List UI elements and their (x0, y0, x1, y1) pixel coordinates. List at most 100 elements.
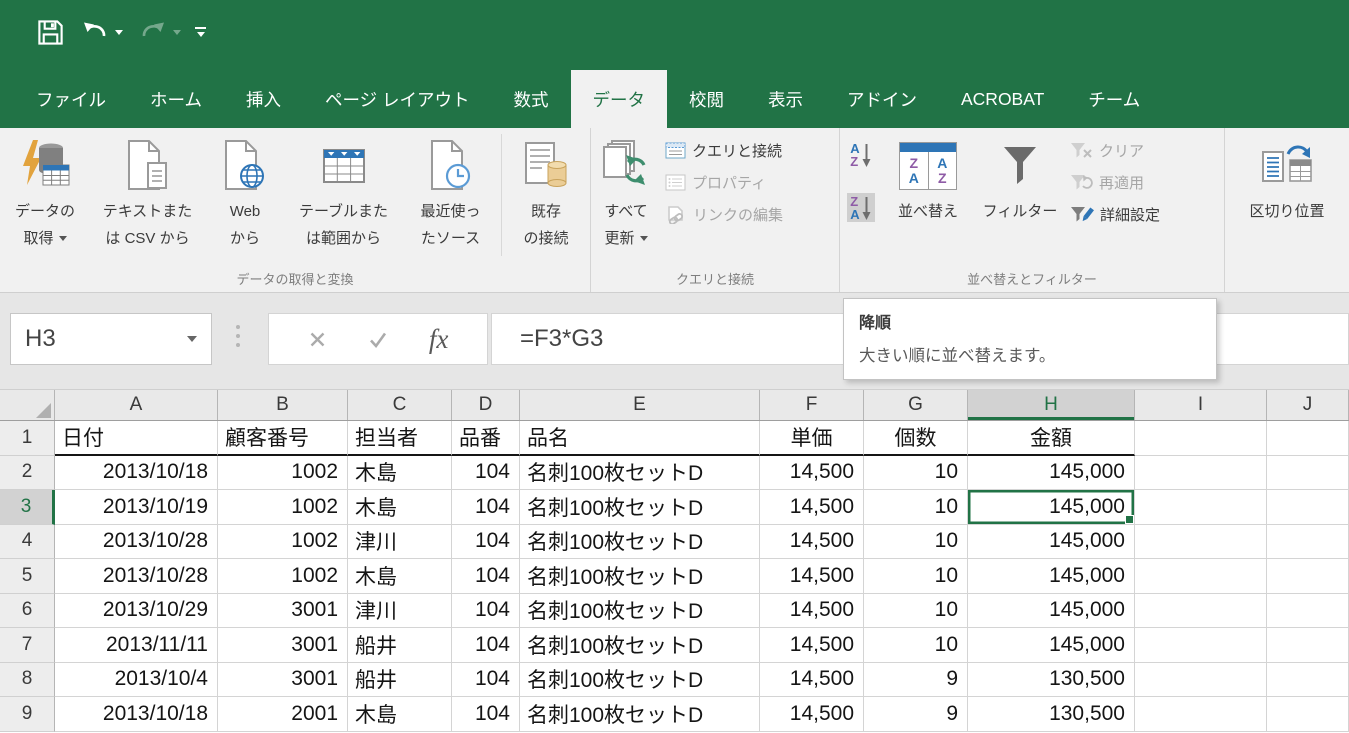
cell-D8[interactable]: 104 (452, 663, 520, 698)
column-header-H[interactable]: H (968, 390, 1135, 420)
cell-J3[interactable] (1267, 490, 1349, 525)
cell-B4[interactable]: 1002 (218, 525, 348, 560)
cell-H5[interactable]: 145,000 (968, 559, 1135, 594)
cell-G1[interactable]: 個数 (864, 421, 968, 456)
cell-E4[interactable]: 名刺100枚セットD (520, 525, 760, 560)
cell-J4[interactable] (1267, 525, 1349, 560)
column-header-E[interactable]: E (520, 390, 760, 420)
cell-I7[interactable] (1135, 628, 1267, 663)
cell-F3[interactable]: 14,500 (760, 490, 864, 525)
cell-F9[interactable]: 14,500 (760, 697, 864, 732)
cell-E7[interactable]: 名刺100枚セットD (520, 628, 760, 663)
cell-H9[interactable]: 130,500 (968, 697, 1135, 732)
row-header-8[interactable]: 8 (0, 663, 55, 698)
sort-ascending-button[interactable]: AZ (847, 140, 874, 169)
cell-E5[interactable]: 名刺100枚セットD (520, 559, 760, 594)
cell-J9[interactable] (1267, 697, 1349, 732)
cell-H8[interactable]: 130,500 (968, 663, 1135, 698)
cell-G5[interactable]: 10 (864, 559, 968, 594)
cell-D1[interactable]: 品番 (452, 421, 520, 456)
cell-G3[interactable]: 10 (864, 490, 968, 525)
from-text-csv-button[interactable]: テキストまたは CSV から (90, 130, 205, 262)
cell-G8[interactable]: 9 (864, 663, 968, 698)
cell-A2[interactable]: 2013/10/18 (55, 456, 218, 491)
tab-チーム[interactable]: チーム (1066, 70, 1162, 128)
cell-G6[interactable]: 10 (864, 594, 968, 629)
customize-quick-access-button[interactable] (195, 27, 206, 37)
cell-C4[interactable]: 津川 (348, 525, 452, 560)
column-header-G[interactable]: G (864, 390, 968, 420)
cell-F6[interactable]: 14,500 (760, 594, 864, 629)
cell-F7[interactable]: 14,500 (760, 628, 864, 663)
cell-C1[interactable]: 担当者 (348, 421, 452, 456)
get-data-button[interactable]: データの取得 (0, 130, 90, 262)
cell-D7[interactable]: 104 (452, 628, 520, 663)
cell-D2[interactable]: 104 (452, 456, 520, 491)
column-header-J[interactable]: J (1267, 390, 1349, 420)
column-header-A[interactable]: A (55, 390, 218, 420)
insert-function-button[interactable]: fx (429, 324, 449, 355)
tab-アドイン[interactable]: アドイン (825, 70, 939, 128)
cell-B3[interactable]: 1002 (218, 490, 348, 525)
cell-F4[interactable]: 14,500 (760, 525, 864, 560)
refresh-all-button[interactable]: すべて更新 (591, 130, 661, 262)
cell-J1[interactable] (1267, 421, 1349, 456)
cell-D5[interactable]: 104 (452, 559, 520, 594)
tab-ホーム[interactable]: ホーム (128, 70, 224, 128)
cell-H3[interactable]: 145,000 (968, 490, 1135, 525)
row-header-9[interactable]: 9 (0, 697, 55, 732)
recent-sources-button[interactable]: 最近使ったソース (402, 130, 499, 262)
cell-C9[interactable]: 木島 (348, 697, 452, 732)
cell-D6[interactable]: 104 (452, 594, 520, 629)
cell-H6[interactable]: 145,000 (968, 594, 1135, 629)
cell-B7[interactable]: 3001 (218, 628, 348, 663)
row-header-7[interactable]: 7 (0, 628, 55, 663)
cell-B5[interactable]: 1002 (218, 559, 348, 594)
formula-bar-resize-handle[interactable] (236, 325, 240, 347)
queries-connections-button[interactable]: クエリと接続 (661, 138, 837, 163)
tab-数式[interactable]: 数式 (492, 70, 571, 128)
column-header-D[interactable]: D (452, 390, 520, 420)
cell-C6[interactable]: 津川 (348, 594, 452, 629)
cell-I9[interactable] (1135, 697, 1267, 732)
tab-表示[interactable]: 表示 (746, 70, 825, 128)
from-web-button[interactable]: Webから (205, 130, 285, 262)
cell-C5[interactable]: 木島 (348, 559, 452, 594)
filter-button[interactable]: フィルター (974, 130, 1066, 262)
tab-ファイル[interactable]: ファイル (14, 70, 128, 128)
cell-A8[interactable]: 2013/10/4 (55, 663, 218, 698)
cell-G7[interactable]: 10 (864, 628, 968, 663)
undo-button[interactable] (79, 18, 123, 46)
cell-H4[interactable]: 145,000 (968, 525, 1135, 560)
select-all-corner[interactable] (0, 390, 55, 420)
cell-C7[interactable]: 船井 (348, 628, 452, 663)
cell-D4[interactable]: 104 (452, 525, 520, 560)
cell-H2[interactable]: 145,000 (968, 456, 1135, 491)
cell-F8[interactable]: 14,500 (760, 663, 864, 698)
cell-J8[interactable] (1267, 663, 1349, 698)
cell-A5[interactable]: 2013/10/28 (55, 559, 218, 594)
cell-G4[interactable]: 10 (864, 525, 968, 560)
cell-A1[interactable]: 日付 (55, 421, 218, 456)
cell-E2[interactable]: 名刺100枚セットD (520, 456, 760, 491)
cell-J2[interactable] (1267, 456, 1349, 491)
tab-挿入[interactable]: 挿入 (224, 70, 303, 128)
cell-B6[interactable]: 3001 (218, 594, 348, 629)
cell-A3[interactable]: 2013/10/19 (55, 490, 218, 525)
save-button[interactable] (36, 18, 65, 47)
text-to-columns-button[interactable]: 区切り位置 (1225, 130, 1349, 262)
cell-J6[interactable] (1267, 594, 1349, 629)
cell-I8[interactable] (1135, 663, 1267, 698)
cell-C8[interactable]: 船井 (348, 663, 452, 698)
row-header-2[interactable]: 2 (0, 456, 55, 491)
cell-H1[interactable]: 金額 (968, 421, 1135, 456)
column-header-F[interactable]: F (760, 390, 864, 420)
cell-I6[interactable] (1135, 594, 1267, 629)
sort-dialog-button[interactable]: ZA AZ 並べ替え (882, 130, 974, 262)
cell-F2[interactable]: 14,500 (760, 456, 864, 491)
cell-A4[interactable]: 2013/10/28 (55, 525, 218, 560)
tab-ACROBAT[interactable]: ACROBAT (939, 70, 1066, 128)
row-header-4[interactable]: 4 (0, 525, 55, 560)
cell-J5[interactable] (1267, 559, 1349, 594)
cell-G9[interactable]: 9 (864, 697, 968, 732)
